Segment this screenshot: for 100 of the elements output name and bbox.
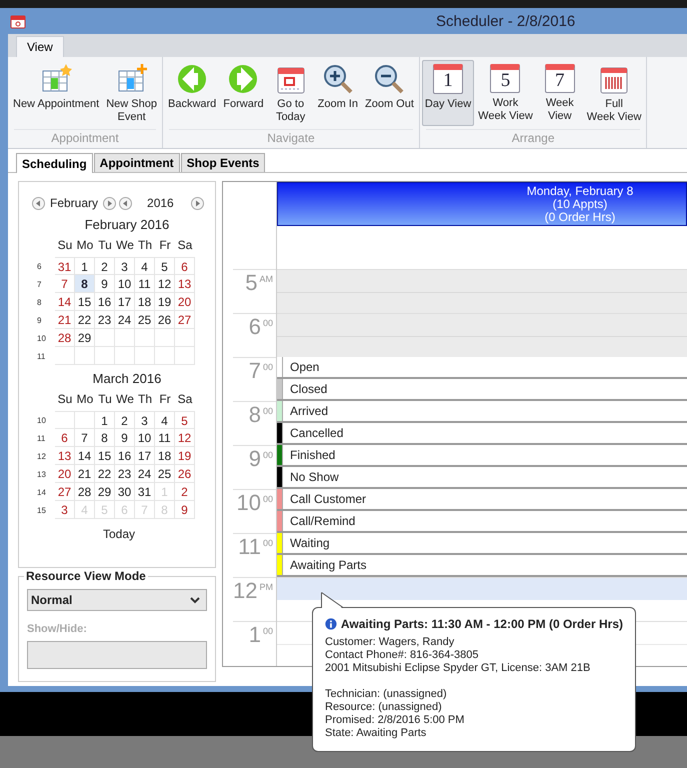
calendar-day[interactable]: 4 <box>155 411 175 429</box>
tab[interactable]: Scheduling <box>16 153 93 173</box>
appointment[interactable]: Call Customer <box>277 489 687 511</box>
calendar-day[interactable]: 29 <box>95 483 115 501</box>
ribbon-button[interactable]: Forward <box>220 60 267 126</box>
time-slot[interactable]: Waiting Awaiting Parts <box>277 533 687 577</box>
calendar-day[interactable]: 2 <box>95 257 115 275</box>
calendar-day[interactable]: 12 <box>155 275 175 293</box>
calendar-day[interactable]: 13 <box>175 275 195 293</box>
calendar-day[interactable]: 25 <box>155 465 175 483</box>
calendar-day[interactable]: 3 <box>135 411 155 429</box>
calendar-day[interactable]: 18 <box>155 447 175 465</box>
calendar-day[interactable]: 28 <box>75 483 95 501</box>
calendar-day[interactable]: 29 <box>75 329 95 347</box>
appointment[interactable]: Open <box>277 357 687 379</box>
today-link[interactable]: Today <box>100 525 138 543</box>
calendar-day[interactable]: 6 <box>55 429 75 447</box>
calendar-day[interactable]: 27 <box>55 483 75 501</box>
ribbon-button[interactable]: 5 Work Week View <box>475 60 536 126</box>
calendar-day[interactable]: 9 <box>95 275 115 293</box>
calendar-day[interactable]: 7 <box>75 429 95 447</box>
calendar-day[interactable]: 26 <box>155 311 175 329</box>
ribbon-button[interactable]: 1 Day View <box>422 60 474 126</box>
ribbon-button[interactable]: Go to Today <box>268 60 314 126</box>
appointment[interactable]: Awaiting Parts <box>277 555 687 577</box>
calendar-day[interactable]: 11 <box>155 429 175 447</box>
calendar-day[interactable]: 13 <box>55 447 75 465</box>
calendar-day[interactable]: 31 <box>55 257 75 275</box>
calendar-day[interactable]: 14 <box>55 293 75 311</box>
calendar-day[interactable]: 20 <box>55 465 75 483</box>
calendar-day[interactable]: 25 <box>135 311 155 329</box>
calendar-day[interactable]: 16 <box>115 447 135 465</box>
calendar-day[interactable]: 21 <box>55 311 75 329</box>
calendar-day[interactable]: 1 <box>95 411 115 429</box>
view-mode-dropdown[interactable]: Normal <box>27 589 207 611</box>
appointment[interactable]: No Show <box>277 467 687 489</box>
calendar-day[interactable]: 3 <box>115 257 135 275</box>
calendar-day[interactable]: 9 <box>175 501 195 519</box>
calendar-day[interactable]: 5 <box>155 257 175 275</box>
calendar-day[interactable]: 18 <box>135 293 155 311</box>
calendar-day[interactable]: 10 <box>135 429 155 447</box>
previous-year-button[interactable] <box>119 196 132 210</box>
day-header-text: (10 Appts) <box>552 198 608 211</box>
ribbon-button[interactable]: Full Week View <box>584 60 644 126</box>
ribbon-button[interactable]: New Appointment <box>10 60 102 126</box>
appointment[interactable]: Closed <box>277 379 687 401</box>
time-slot[interactable]: Arrived Cancelled <box>277 401 687 445</box>
time-slot[interactable]: Finished No Show <box>277 445 687 489</box>
calendar-day[interactable]: 12 <box>175 429 195 447</box>
calendar-day[interactable]: 22 <box>75 311 95 329</box>
ribbon-button[interactable]: New Shop Event <box>103 60 160 126</box>
calendar-day[interactable]: 5 <box>175 411 195 429</box>
calendar-day[interactable]: 8 <box>95 429 115 447</box>
calendar-day[interactable]: 16 <box>95 293 115 311</box>
calendar-day[interactable]: 9 <box>115 429 135 447</box>
ribbon-button[interactable]: Zoom In <box>314 60 361 126</box>
previous-month-button[interactable] <box>32 196 45 210</box>
next-year-button[interactable] <box>190 196 204 210</box>
time-slot[interactable]: Call Customer Call/Remind <box>277 489 687 533</box>
calendar-day[interactable]: 10 <box>115 275 135 293</box>
calendar-day[interactable]: 2 <box>175 483 195 501</box>
calendar-day[interactable]: 20 <box>175 293 195 311</box>
calendar-day[interactable]: 22 <box>95 465 115 483</box>
calendar-day[interactable]: 11 <box>135 275 155 293</box>
calendar-day[interactable]: 15 <box>75 293 95 311</box>
ribbon-button[interactable]: Zoom Out <box>362 60 417 126</box>
calendar-day[interactable]: 24 <box>115 311 135 329</box>
calendar-day[interactable]: 2 <box>115 411 135 429</box>
appointment[interactable]: Finished <box>277 445 687 467</box>
calendar-day[interactable]: 23 <box>115 465 135 483</box>
calendar-day[interactable]: 6 <box>175 257 195 275</box>
calendar-day[interactable]: 17 <box>115 293 135 311</box>
appointment[interactable]: Cancelled <box>277 423 687 445</box>
appointment[interactable]: Arrived <box>277 401 687 423</box>
calendar-day[interactable]: 31 <box>135 483 155 501</box>
calendar-day[interactable]: 27 <box>175 311 195 329</box>
appointment[interactable]: Call/Remind <box>277 511 687 533</box>
time-slot[interactable]: Open Closed <box>277 357 687 401</box>
calendar-day[interactable]: 21 <box>75 465 95 483</box>
ribbon-button[interactable]: Backward <box>164 60 220 126</box>
ribbon-tab[interactable]: View <box>16 36 64 57</box>
ribbon-button[interactable]: 7 Week View <box>536 60 583 126</box>
calendar-day[interactable]: 19 <box>175 447 195 465</box>
tab[interactable]: Appointment <box>94 153 180 172</box>
calendar-day[interactable]: 24 <box>135 465 155 483</box>
tab[interactable]: Shop Events <box>180 153 266 172</box>
calendar-day[interactable]: 30 <box>115 483 135 501</box>
calendar-day[interactable]: 19 <box>155 293 175 311</box>
weekday-label: Su <box>56 391 74 408</box>
next-month-button[interactable] <box>103 196 116 210</box>
calendar-day[interactable]: 15 <box>95 447 115 465</box>
calendar-day[interactable]: 8 <box>75 275 95 293</box>
calendar-day[interactable]: 4 <box>135 257 155 275</box>
calendar-day[interactable]: 26 <box>175 465 195 483</box>
calendar-day[interactable]: 28 <box>55 329 75 347</box>
calendar-day[interactable]: 3 <box>55 501 75 519</box>
calendar-day[interactable]: 14 <box>75 447 95 465</box>
appointment[interactable]: Waiting <box>277 533 687 555</box>
calendar-day[interactable]: 23 <box>95 311 115 329</box>
calendar-day[interactable]: 17 <box>135 447 155 465</box>
